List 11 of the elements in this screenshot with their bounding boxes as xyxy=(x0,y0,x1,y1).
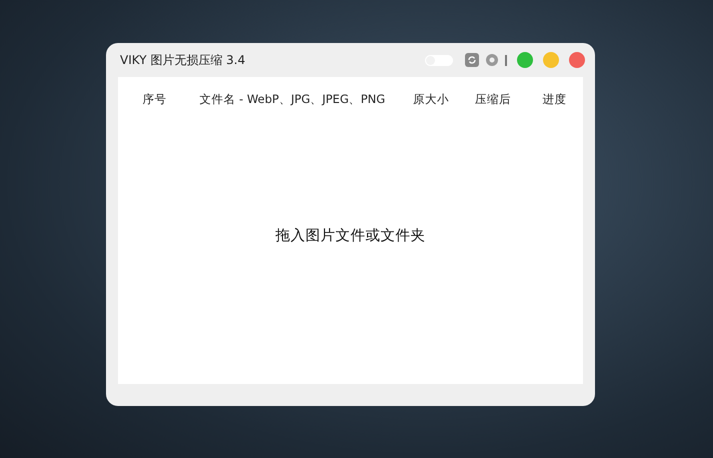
minimize-button[interactable] xyxy=(543,52,559,68)
refresh-icon[interactable] xyxy=(465,53,479,67)
column-header: 原大小 xyxy=(412,92,450,107)
drop-hint: 拖入图片文件或文件夹 xyxy=(276,227,426,245)
close-button[interactable] xyxy=(569,52,585,68)
maximize-button[interactable] xyxy=(517,52,533,68)
column-header: 序号 xyxy=(142,92,168,107)
column-header: 压缩后 xyxy=(474,92,512,107)
column-header: 文件名 - WebP、JPG、JPEG、PNG xyxy=(198,92,386,107)
window-title: VIKY 图片无损压缩 3.4 xyxy=(119,52,246,68)
column-header: 进度 xyxy=(541,92,568,107)
